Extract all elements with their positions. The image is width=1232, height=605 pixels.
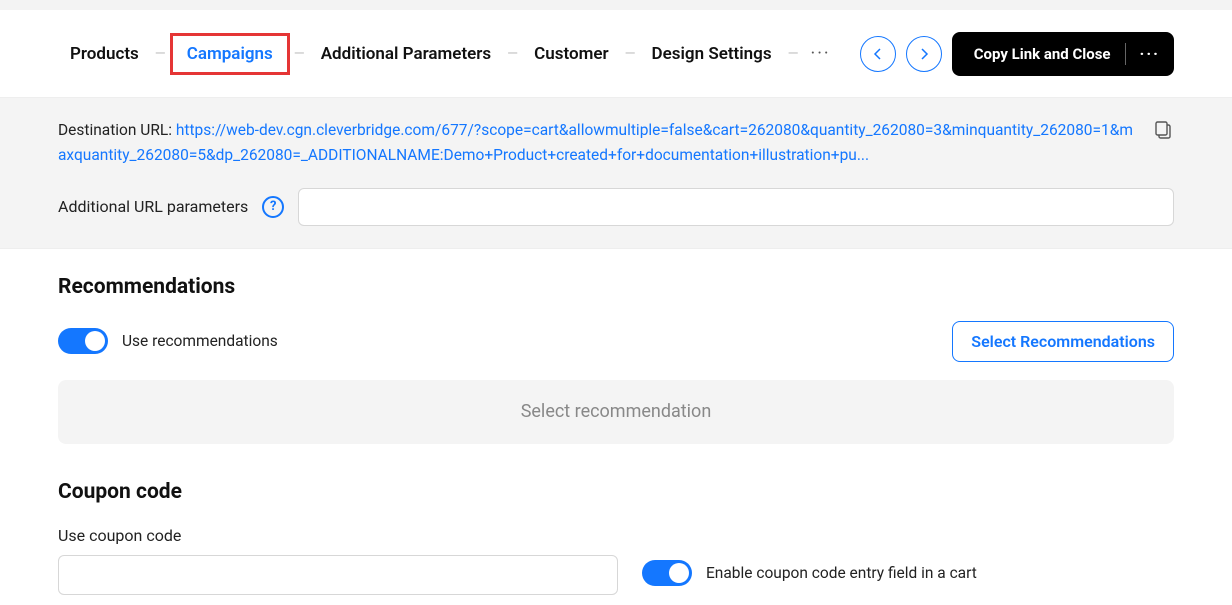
tab-separator: —: [294, 46, 305, 62]
enable-coupon-entry-label: Enable coupon code entry field in a cart: [706, 564, 977, 582]
chevron-right-icon: [919, 47, 929, 61]
tab-campaigns[interactable]: Campaigns: [170, 33, 290, 75]
help-icon[interactable]: ?: [262, 196, 284, 218]
top-strip: [0, 0, 1232, 10]
tab-separator: —: [155, 46, 166, 62]
destination-url-label: Destination URL:: [58, 121, 172, 139]
recommendation-placeholder[interactable]: Select recommendation: [58, 380, 1174, 444]
tab-separator: —: [507, 46, 518, 62]
toggle-knob: [669, 563, 689, 583]
use-recommendations-toggle[interactable]: [58, 328, 108, 354]
destination-url-link[interactable]: https://web-dev.cgn.cleverbridge.com/677…: [58, 121, 1133, 164]
additional-params-label: Additional URL parameters: [58, 197, 248, 216]
copy-icon[interactable]: [1154, 120, 1174, 144]
use-coupon-label: Use coupon code: [58, 526, 618, 545]
next-button[interactable]: [906, 36, 942, 72]
prev-button[interactable]: [860, 36, 896, 72]
chevron-left-icon: [873, 47, 883, 61]
select-recommendations-button[interactable]: Select Recommendations: [952, 321, 1174, 362]
tab-design-settings[interactable]: Design Settings: [640, 34, 784, 74]
coupon-code-title: Coupon code: [58, 480, 1174, 504]
tab-separator: —: [788, 46, 799, 62]
coupon-code-input[interactable]: [58, 555, 618, 595]
tab-products[interactable]: Products: [58, 34, 151, 74]
copy-link-close-label: Copy Link and Close: [974, 45, 1111, 63]
button-separator: [1125, 43, 1126, 65]
recommendations-title: Recommendations: [58, 275, 1174, 299]
tabs-container: Products — Campaigns — Additional Parame…: [58, 33, 852, 75]
tab-separator: —: [625, 46, 636, 62]
more-icon[interactable]: ···: [1140, 46, 1160, 62]
copy-link-close-button[interactable]: Copy Link and Close ···: [952, 32, 1174, 76]
additional-params-input[interactable]: [298, 188, 1174, 226]
tab-customer[interactable]: Customer: [522, 34, 621, 74]
enable-coupon-entry-toggle[interactable]: [642, 560, 692, 586]
tabs-overflow-icon[interactable]: ···: [803, 43, 839, 64]
tab-additional-parameters[interactable]: Additional Parameters: [309, 34, 503, 74]
toggle-knob: [85, 331, 105, 351]
use-recommendations-label: Use recommendations: [122, 332, 278, 350]
